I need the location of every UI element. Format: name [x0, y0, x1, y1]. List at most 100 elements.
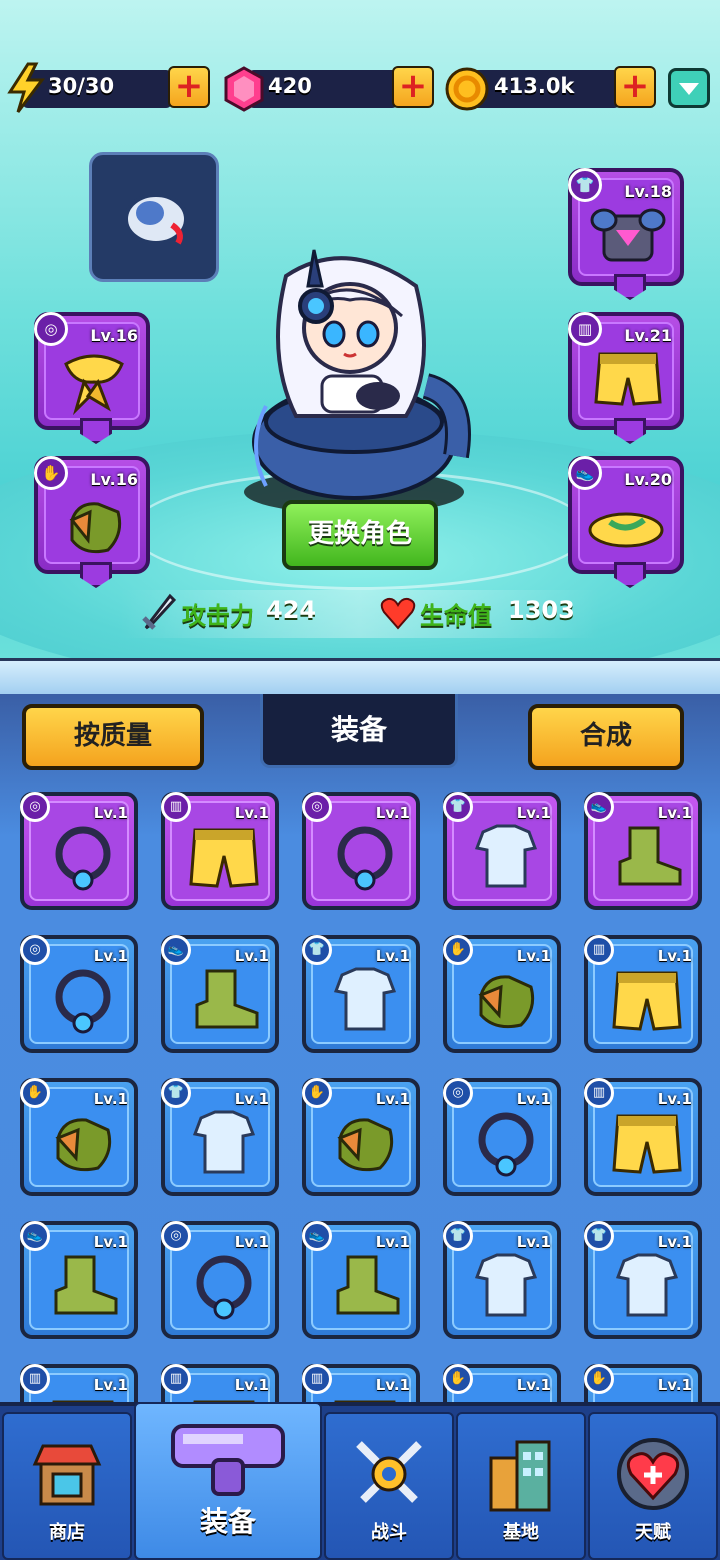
inventory-item-gloves[interactable]: ✋ Lv.1 [20, 1078, 138, 1196]
shoes-icon: 👟 [568, 456, 602, 490]
building-icon [489, 1440, 551, 1512]
gems-value: 420 [268, 74, 312, 98]
inventory-item-gloves[interactable]: ✋ Lv.1 [302, 1078, 420, 1196]
inventory-item-armor[interactable]: 👕 Lv.1 [443, 792, 561, 910]
item-level: Lv.1 [93, 1090, 128, 1108]
tab-equipment[interactable]: 装备 [260, 694, 458, 768]
item-level: Lv.1 [93, 947, 128, 965]
sort-by-quality-button[interactable]: 按质量 [22, 704, 204, 770]
item-level: Lv.1 [93, 1233, 128, 1251]
shop-icon [32, 1444, 102, 1506]
inventory-item-armor[interactable]: 👕 Lv.1 [161, 1078, 279, 1196]
hero-slot-necklace[interactable]: ◎ Lv.16 [34, 312, 150, 444]
inventory-item-gloves[interactable]: ✋ Lv.1 [443, 935, 561, 1053]
inventory-item-necklace[interactable]: ◎ Lv.1 [302, 792, 420, 910]
necklace-icon: ◎ [161, 1221, 191, 1251]
gloves-icon: ✋ [443, 1364, 473, 1394]
inventory-item-necklace[interactable]: ◎ Lv.1 [20, 935, 138, 1053]
inventory-item-necklace[interactable]: ◎ Lv.1 [443, 1078, 561, 1196]
nav-shop-label: 商店 [49, 1522, 85, 1543]
item-shoes-icon [336, 1255, 400, 1315]
armor-icon: 👕 [302, 935, 332, 965]
item-level: Lv.1 [93, 804, 128, 822]
add-gems-button[interactable]: + [392, 66, 434, 108]
armor-icon: 👕 [584, 1221, 614, 1251]
inventory-item-necklace[interactable]: ◎ Lv.1 [161, 1221, 279, 1339]
hp-label: 生命值 [420, 602, 492, 630]
sandal-icon [588, 512, 664, 548]
nav-battle[interactable]: 战斗 [324, 1412, 454, 1560]
hero-slot-gloves[interactable]: ✋ Lv.16 [34, 456, 150, 588]
item-level: Lv.1 [516, 1376, 551, 1394]
gloves-level: Lv.16 [90, 470, 138, 489]
armor-icon: 👕 [161, 1078, 191, 1108]
pants-icon: ▥ [161, 1364, 191, 1394]
item-level: Lv.1 [234, 1090, 269, 1108]
swap-character-button[interactable]: 更换角色 [282, 500, 438, 570]
crossed-swords-icon [356, 1441, 422, 1503]
chest-armor-icon [590, 208, 666, 262]
pants-icon: ▥ [161, 792, 191, 822]
item-level: Lv.1 [657, 1233, 692, 1251]
attack-value: 424 [266, 596, 317, 624]
menu-button[interactable] [668, 68, 710, 108]
inventory-item-shoes[interactable]: 👟 Lv.1 [20, 1221, 138, 1339]
skill-slot[interactable] [89, 152, 219, 282]
inventory-item-armor[interactable]: 👕 Lv.1 [443, 1221, 561, 1339]
shoes-icon: 👟 [20, 1221, 50, 1251]
item-level: Lv.1 [516, 1233, 551, 1251]
chevron-down-icon [679, 83, 699, 95]
blaster-icon [171, 1424, 285, 1496]
inventory-item-shoes[interactable]: 👟 Lv.1 [161, 935, 279, 1053]
add-coins-button[interactable]: + [614, 66, 656, 108]
necklace-icon: ◎ [34, 312, 68, 346]
panel-divider [0, 658, 720, 696]
item-level: Lv.1 [657, 1376, 692, 1394]
hero-slot-pants[interactable]: ▥ Lv.21 [568, 312, 684, 444]
inventory-item-pants[interactable]: ▥ Lv.1 [584, 935, 702, 1053]
item-level: Lv.1 [375, 804, 410, 822]
hero-slot-shoes[interactable]: 👟 Lv.20 [568, 456, 684, 588]
necklace-icon: ◎ [302, 792, 332, 822]
add-energy-button[interactable]: + [168, 66, 210, 108]
hero-slot-armor[interactable]: 👕 Lv.18 [568, 168, 684, 300]
inventory-item-necklace[interactable]: ◎ Lv.1 [20, 792, 138, 910]
inventory-item-shoes[interactable]: 👟 Lv.1 [302, 1221, 420, 1339]
attack-label: 攻击力 [182, 602, 254, 630]
lightning-icon [7, 62, 45, 113]
item-shoes-icon [54, 1255, 118, 1315]
armor-icon: 👕 [443, 1221, 473, 1251]
resource-bar: 30/30 + 420 + 413.0k + [0, 62, 720, 114]
inventory-item-pants[interactable]: ▥ Lv.1 [584, 1078, 702, 1196]
inventory-item-armor[interactable]: 👕 Lv.1 [302, 935, 420, 1053]
hero-character [244, 249, 471, 514]
gloves-icon: ✋ [20, 1078, 50, 1108]
shoes-level: Lv.20 [624, 470, 672, 489]
item-level: Lv.1 [93, 1376, 128, 1394]
nav-talent[interactable]: 天赋 [588, 1412, 718, 1560]
necklace-icon: ◎ [20, 935, 50, 965]
item-level: Lv.1 [516, 1090, 551, 1108]
gloves-icon: ✋ [302, 1078, 332, 1108]
item-level: Lv.1 [657, 947, 692, 965]
inventory-item-pants[interactable]: ▥ Lv.1 [161, 792, 279, 910]
item-necklace-icon [55, 969, 111, 1034]
gloves-icon: ✋ [443, 935, 473, 965]
item-armor-icon [474, 1253, 538, 1317]
inventory-panel: 按质量 装备 合成 ◎ Lv.1 ▥ Lv.1 ◎ Lv.1 👕 Lv.1 👟 Lv.1 ◎ Lv.1… [0, 694, 720, 1482]
item-necklace-icon [196, 1255, 252, 1320]
merge-button[interactable]: 合成 [528, 704, 684, 770]
pants-icon: ▥ [20, 1364, 50, 1394]
item-necklace-icon [55, 826, 111, 891]
nav-equipment[interactable]: 装备 [134, 1402, 322, 1560]
gloves-icon: ✋ [34, 456, 68, 490]
item-necklace-icon [337, 826, 393, 891]
nav-shop[interactable]: 商店 [2, 1412, 132, 1560]
necklace-icon: ◎ [443, 1078, 473, 1108]
item-pants-icon [612, 1114, 682, 1174]
inventory-item-armor[interactable]: 👕 Lv.1 [584, 1221, 702, 1339]
nav-base[interactable]: 基地 [456, 1412, 586, 1560]
inventory-item-shoes[interactable]: 👟 Lv.1 [584, 792, 702, 910]
nav-talent-label: 天赋 [635, 1522, 671, 1543]
pants-icon: ▥ [302, 1364, 332, 1394]
